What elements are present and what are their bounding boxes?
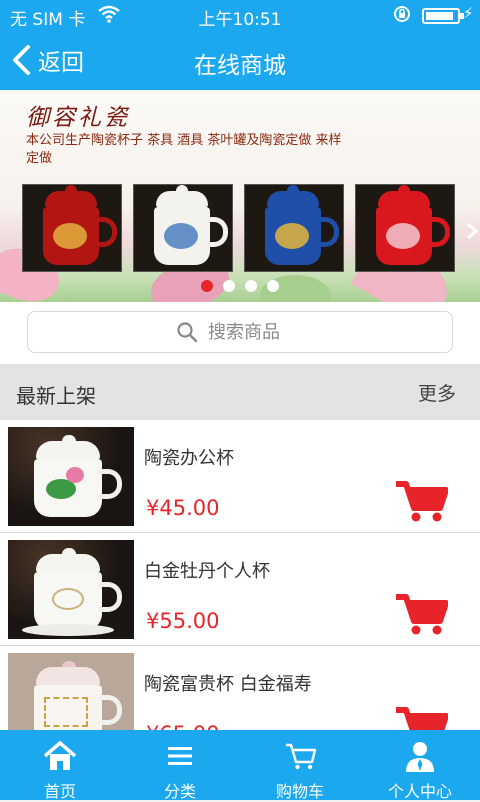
charging-icon: ⚡ <box>463 4 474 22</box>
chevron-right-icon[interactable] <box>466 222 478 240</box>
tab-home[interactable]: 首页 <box>0 730 120 801</box>
cart-icon <box>286 743 317 770</box>
list-item[interactable]: 白金牡丹个人杯 ¥55.00 <box>0 533 480 646</box>
tab-cart[interactable]: 购物车 <box>240 730 360 801</box>
product-price: ¥45.00 <box>146 496 220 520</box>
product-name: 白金牡丹个人杯 <box>144 561 270 582</box>
page-title: 在线商城 <box>194 53 286 79</box>
search-input[interactable] <box>208 321 304 343</box>
product-price: ¥55.00 <box>146 609 220 633</box>
battery-fill <box>426 12 453 20</box>
product-thumbnail <box>8 427 134 526</box>
carousel-dot[interactable] <box>223 280 235 292</box>
product-thumbnail <box>8 540 134 639</box>
section-title: 最新上架 <box>16 384 96 408</box>
user-icon <box>406 742 434 772</box>
tab-label: 首页 <box>43 782 76 801</box>
banner-slogan: 本公司生产陶瓷杯子 茶具 酒具 茶叶罐及陶瓷定做 来样定做 <box>26 133 342 166</box>
add-to-cart-icon[interactable] <box>394 480 448 522</box>
add-to-cart-icon[interactable] <box>394 593 448 635</box>
product-price: ¥65.00 <box>146 722 219 730</box>
tab-label: 分类 <box>163 782 196 801</box>
tab-label: 购物车 <box>275 782 324 801</box>
search-section <box>0 302 480 364</box>
carousel-dot[interactable] <box>245 280 257 292</box>
battery-icon <box>422 8 464 24</box>
product-list: 陶瓷办公杯 ¥45.00 白金牡丹个人杯 ¥55.00 陶瓷富贵杯 白金福寿 ¥… <box>0 420 480 730</box>
home-icon <box>43 741 77 770</box>
search-box[interactable] <box>27 311 453 353</box>
add-to-cart-icon[interactable] <box>394 706 448 730</box>
status-bar: 无 SIM 卡 上午10:51 ⚡ <box>0 0 480 30</box>
rotation-lock-icon <box>392 4 412 29</box>
tab-label: 个人中心 <box>387 782 452 801</box>
carousel-dots <box>0 280 480 292</box>
dragon-red-cup <box>22 184 122 272</box>
banner-cups <box>22 184 462 274</box>
list-item[interactable]: 陶瓷富贵杯 白金福寿 ¥65.00 <box>0 646 480 730</box>
carousel-dot[interactable] <box>201 280 213 292</box>
tab-category[interactable]: 分类 <box>120 730 240 801</box>
tab-profile[interactable]: 个人中心 <box>360 730 480 801</box>
product-name: 陶瓷办公杯 <box>144 448 234 469</box>
menu-icon <box>168 747 192 765</box>
dragon-blue-cup <box>244 184 344 272</box>
product-thumbnail <box>8 653 134 730</box>
lotus-white-cup <box>133 184 233 272</box>
nav-bar: 返回 在线商城 <box>0 30 480 90</box>
peony-red-cup <box>355 184 455 272</box>
search-icon <box>177 322 198 343</box>
more-link[interactable]: 更多 <box>418 379 456 406</box>
list-item[interactable]: 陶瓷办公杯 ¥45.00 <box>0 420 480 533</box>
product-name: 陶瓷富贵杯 白金福寿 <box>144 674 312 695</box>
section-header: 最新上架 更多 <box>0 364 480 420</box>
tab-bar: 首页 分类 购物车 个人中心 <box>0 730 480 801</box>
promo-banner[interactable]: 御容礼瓷 本公司生产陶瓷杯子 茶具 酒具 茶叶罐及陶瓷定做 来样定做 <box>0 90 480 302</box>
carousel-dot[interactable] <box>267 280 279 292</box>
banner-brand: 御容礼瓷 <box>26 105 130 131</box>
